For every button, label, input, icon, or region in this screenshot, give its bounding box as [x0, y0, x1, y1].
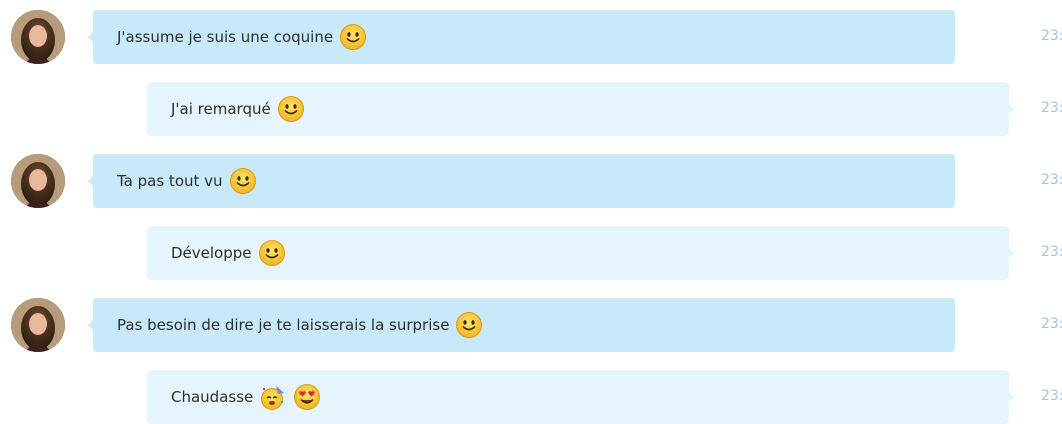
timestamp: 23:: [1041, 172, 1062, 188]
party-emoji-icon: [259, 383, 287, 411]
message-bubble-incoming[interactable]: Pas besoin de dire je te laisserais la s…: [88, 298, 955, 352]
message-bubble-outgoing[interactable]: Chaudasse: [147, 370, 1014, 424]
smile-emoji-icon: [455, 311, 483, 339]
timestamp: 23:: [1041, 388, 1062, 404]
message-bubble-incoming[interactable]: J'assume je suis une coquine: [88, 10, 955, 64]
message-row: Ta pas tout vu 23:: [0, 154, 1062, 208]
timestamp: 23:: [1041, 316, 1062, 332]
message-text: Développe: [171, 244, 252, 262]
smile-emoji-icon: [229, 167, 257, 195]
message-bubble-outgoing[interactable]: Développe: [147, 226, 1014, 280]
message-row: Chaudasse 23:: [0, 370, 1062, 424]
message-text: J'ai remarqué: [171, 100, 271, 118]
smile-emoji-icon: [339, 23, 367, 51]
avatar[interactable]: [11, 10, 65, 64]
message-row: Développe 23:: [0, 226, 1062, 280]
message-row: Pas besoin de dire je te laisserais la s…: [0, 298, 1062, 352]
smile-emoji-icon: [277, 95, 305, 123]
message-row: J'assume je suis une coquine 23:: [0, 10, 1062, 64]
message-text: Ta pas tout vu: [117, 172, 223, 190]
avatar[interactable]: [11, 154, 65, 208]
timestamp: 23:: [1041, 100, 1062, 116]
avatar[interactable]: [11, 298, 65, 352]
timestamp: 23:: [1041, 28, 1062, 44]
smile-emoji-icon: [258, 239, 286, 267]
timestamp: 23:: [1041, 244, 1062, 260]
message-text: Chaudasse: [171, 388, 254, 406]
message-row: J'ai remarqué 23:: [0, 82, 1062, 136]
message-text: J'assume je suis une coquine: [117, 28, 334, 46]
message-bubble-outgoing[interactable]: J'ai remarqué: [147, 82, 1014, 136]
message-bubble-incoming[interactable]: Ta pas tout vu: [88, 154, 955, 208]
message-text: Pas besoin de dire je te laisserais la s…: [117, 316, 450, 334]
heart-eyes-emoji-icon: [293, 383, 321, 411]
